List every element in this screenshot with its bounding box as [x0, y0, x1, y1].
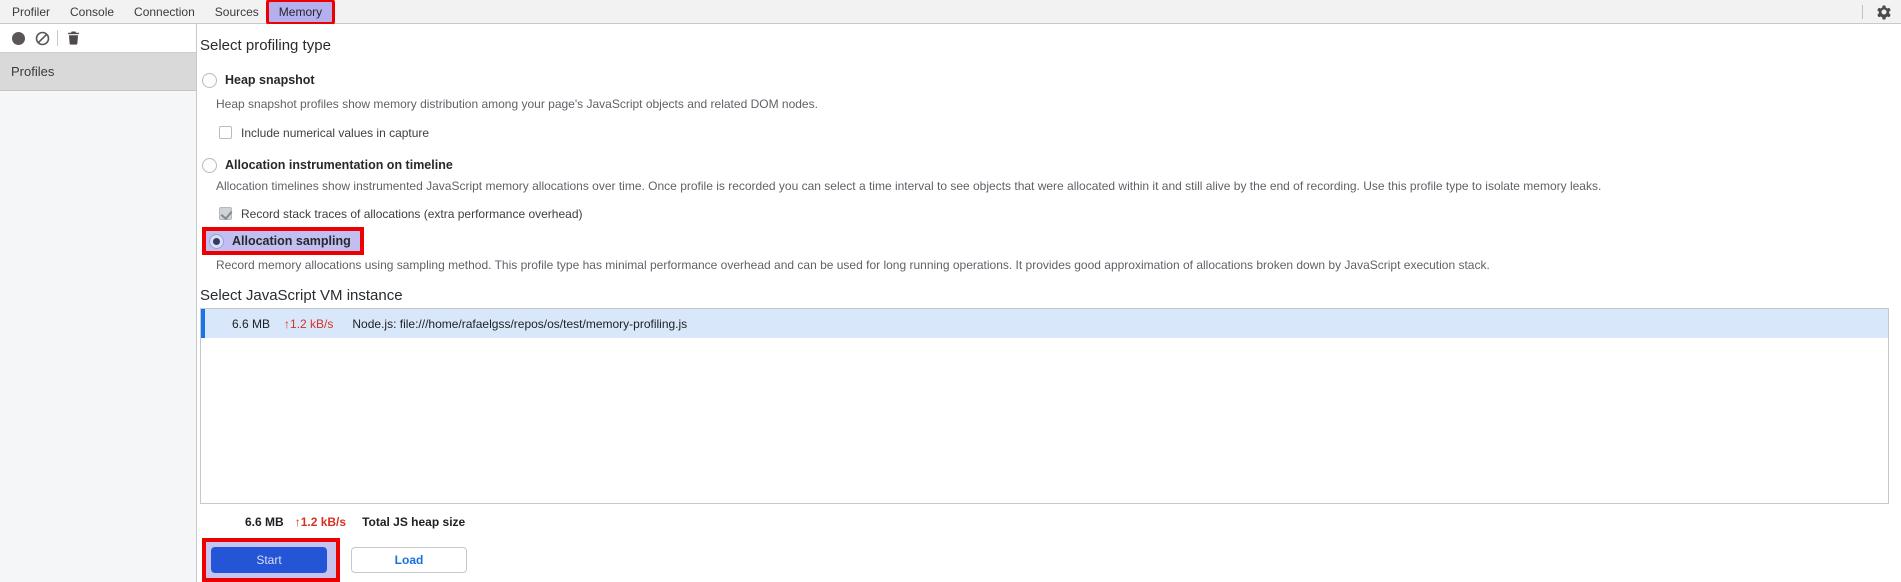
checkbox-record-stack-traces[interactable]: Record stack traces of allocations (extr… [219, 206, 1889, 221]
radio-allocation-instrumentation[interactable]: Allocation instrumentation on timeline [202, 157, 1889, 173]
profiling-type-heading: Select profiling type [200, 37, 331, 54]
start-button[interactable]: Start [211, 547, 327, 573]
radio-label[interactable]: Heap snapshot [225, 73, 315, 87]
radio-heap-snapshot[interactable]: Heap snapshot [202, 72, 1889, 88]
radio-label[interactable]: Allocation instrumentation on timeline [225, 158, 453, 172]
checkbox-icon[interactable] [219, 126, 232, 139]
radio-label[interactable]: Allocation sampling [232, 234, 351, 248]
total-heap-size-value: 6.6 MB [245, 515, 284, 529]
vm-instance-list: 6.6 MB ↑1.2 kB/s Node.js: file:///home/r… [200, 308, 1889, 504]
profiles-label: Profiles [11, 64, 55, 79]
vm-instance-name: Node.js: file:///home/rafaelgss/repos/os… [352, 316, 688, 331]
tab-memory[interactable]: Memory [268, 1, 333, 22]
memory-panel-toolbar [0, 24, 196, 53]
load-button[interactable]: Load [351, 547, 467, 573]
total-heap-rate-value: ↑1.2 kB/s [294, 515, 347, 529]
radio-button-selected-icon[interactable] [209, 233, 224, 249]
vm-instance-heading: Select JavaScript VM instance [200, 287, 403, 304]
annotation-box-allocation-sampling: Allocation sampling [202, 227, 364, 255]
trash-icon[interactable] [61, 26, 85, 50]
checkbox-label[interactable]: Record stack traces of allocations (extr… [241, 207, 583, 221]
radio-allocation-sampling[interactable]: Allocation sampling [209, 233, 351, 249]
block-icon[interactable] [30, 26, 54, 50]
tab-sources[interactable]: Sources [205, 2, 269, 22]
tab-connection[interactable]: Connection [124, 2, 205, 22]
total-heap-stats: 6.6 MB ↑1.2 kB/s Total JS heap size [245, 514, 1889, 530]
record-icon[interactable] [6, 26, 30, 50]
allocation-timeline-description: Allocation timelines show instrumented J… [216, 179, 1602, 193]
devtools-tabbar: Profiler Console Connection Sources Memo… [0, 0, 1901, 24]
vm-instance-row[interactable]: 6.6 MB ↑1.2 kB/s Node.js: file:///home/r… [201, 309, 1888, 338]
checkbox-label[interactable]: Include numerical values in capture [241, 126, 429, 140]
memory-launch-view: Select profiling type Heap snapshot Heap… [198, 24, 1901, 582]
sidebar-item-profiles[interactable]: Profiles [0, 53, 196, 91]
checkbox-include-numerical-values[interactable]: Include numerical values in capture [219, 125, 1889, 140]
heap-snapshot-description: Heap snapshot profiles show memory distr… [216, 97, 818, 111]
tab-profiler[interactable]: Profiler [2, 2, 60, 22]
checkbox-icon[interactable] [219, 207, 232, 220]
radio-button-icon[interactable] [202, 157, 217, 173]
vm-heap-rate: ↑1.2 kB/s [284, 316, 334, 331]
profiles-sidebar: Profiles [0, 24, 197, 582]
tabbar-separator [1862, 4, 1863, 19]
radio-button-icon[interactable] [202, 72, 217, 88]
vm-heap-size: 6.6 MB [232, 316, 271, 331]
annotation-box-start-button: Start [202, 538, 340, 582]
action-buttons-row: Start Load [202, 538, 1889, 582]
toolbar-separator [57, 30, 58, 46]
tab-console[interactable]: Console [60, 2, 124, 22]
allocation-sampling-description: Record memory allocations using sampling… [216, 258, 1490, 272]
gear-icon[interactable] [1875, 3, 1893, 21]
total-heap-size-label: Total JS heap size [362, 515, 466, 529]
